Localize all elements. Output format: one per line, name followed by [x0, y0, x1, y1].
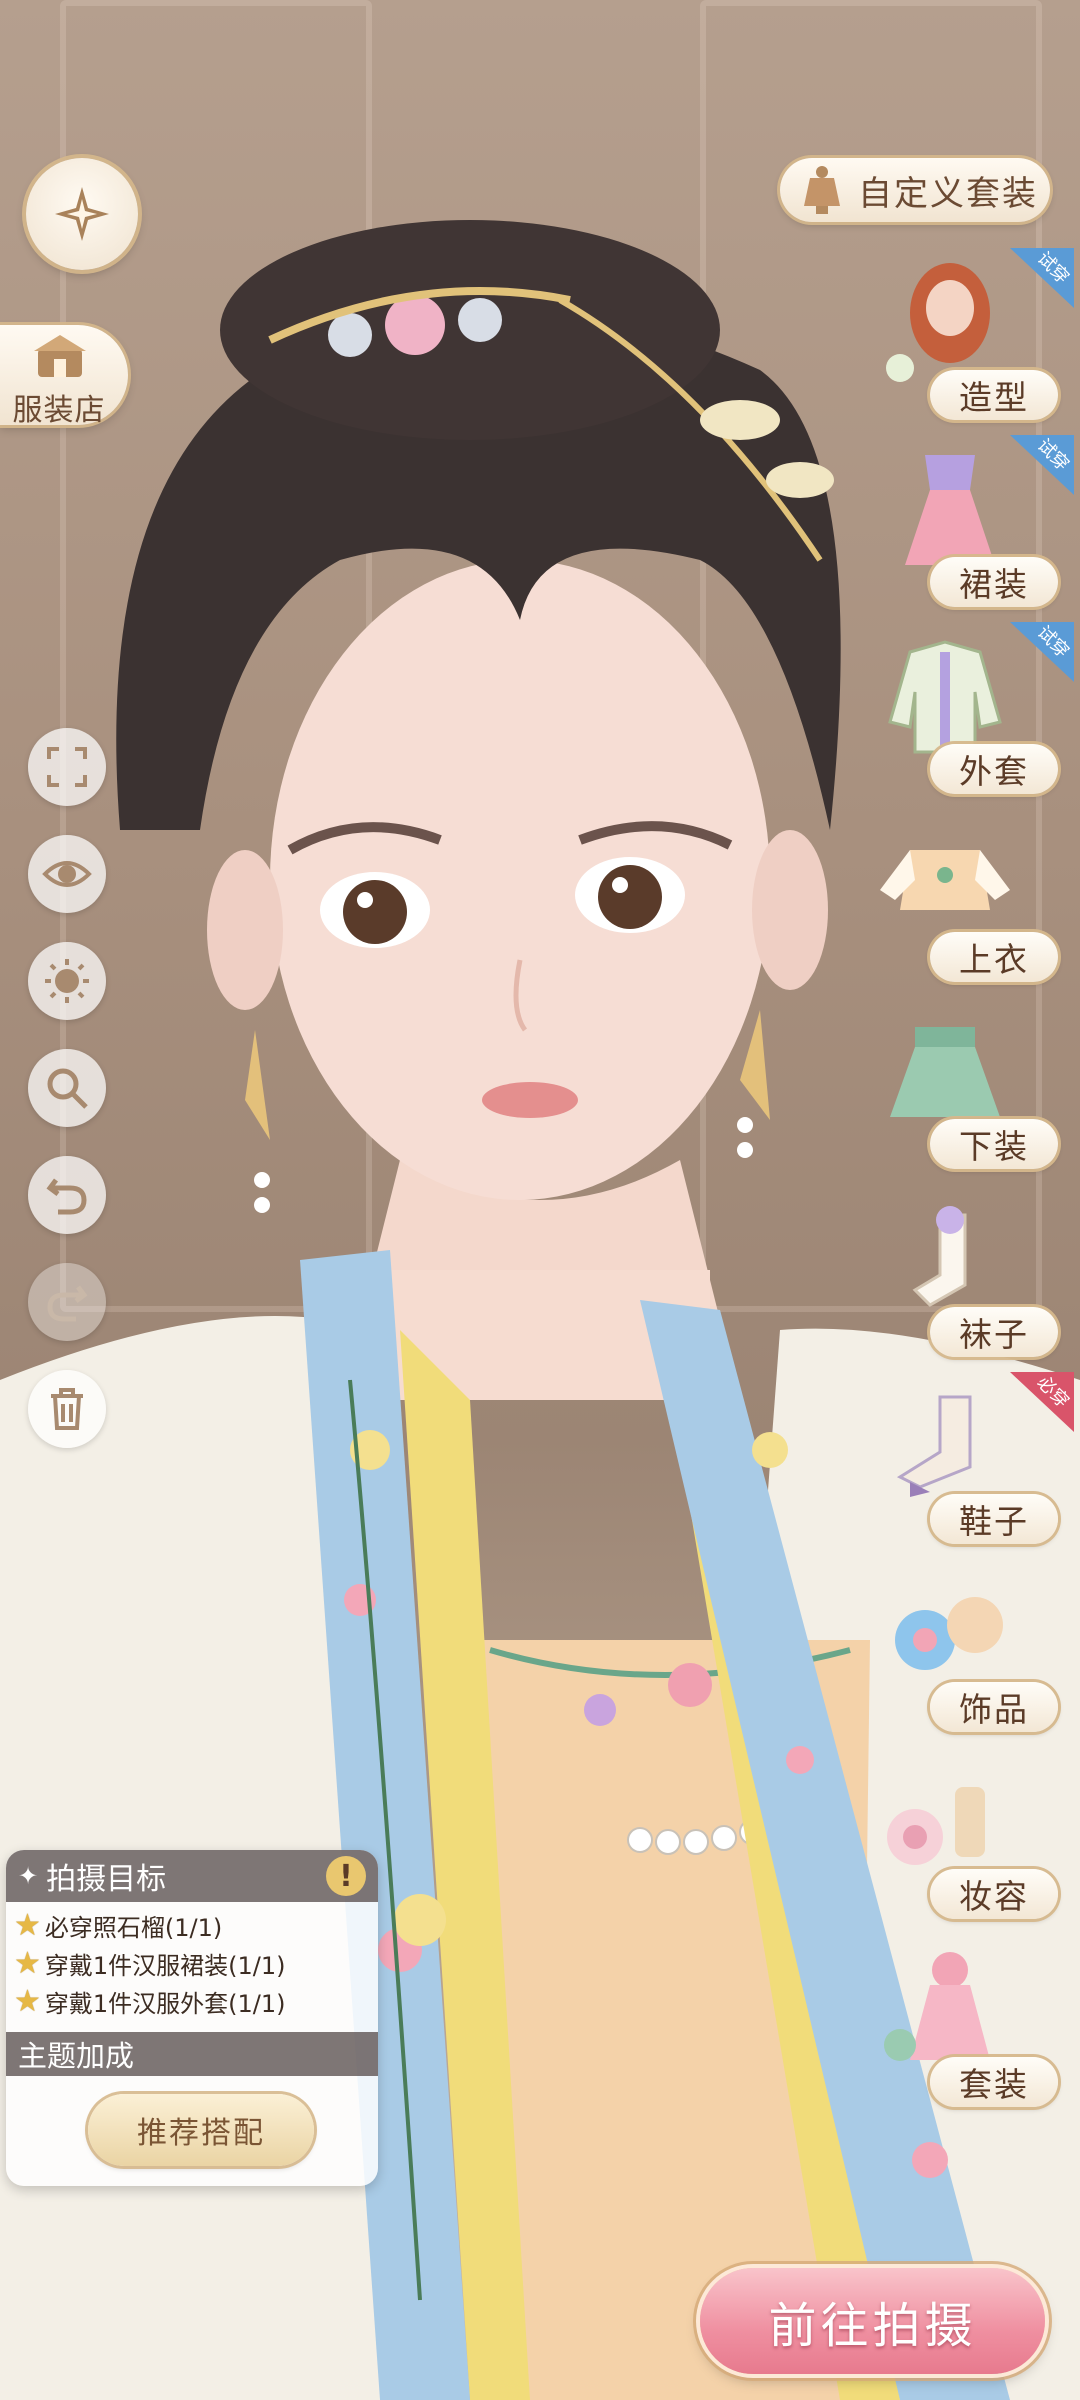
category-label: 袜子: [930, 1307, 1058, 1357]
recommend-outfit-button[interactable]: 推荐搭配: [88, 2094, 314, 2166]
task-item: ★ 必穿照石榴(1/1): [14, 1907, 223, 1943]
task-list: ★ 必穿照石榴(1/1) ★ 穿戴1件汉服裙装(1/1) ★ 穿戴1件汉服外套(1/1…: [6, 1902, 378, 2020]
hairstyle-icon: [886, 263, 990, 382]
makeup-icon: [887, 1787, 985, 1865]
go-shoot-button[interactable]: 前往拍摄: [700, 2268, 1045, 2374]
back-button[interactable]: [26, 158, 138, 270]
category-label: 上衣: [930, 932, 1058, 982]
category-coat[interactable]: 试穿 外套: [860, 622, 1074, 794]
theme-bonus-header: 主题加成: [6, 2032, 378, 2076]
category-label: 套装: [930, 2057, 1058, 2107]
undo-button[interactable]: [28, 1156, 106, 1234]
socks-icon: [912, 1206, 967, 1307]
accessory-icon: [895, 1597, 1003, 1670]
shoes-icon: [896, 1395, 972, 1497]
shop-icon: [34, 335, 86, 377]
category-label: 鞋子: [930, 1494, 1058, 1544]
top-icon: [880, 850, 1010, 910]
zoom-icon: [47, 1068, 88, 1109]
redo-button[interactable]: [28, 1263, 106, 1341]
category-dress[interactable]: 试穿 裙装: [860, 435, 1074, 607]
sparkle-icon: ✦: [18, 1862, 39, 1890]
category-label: 造型: [930, 370, 1058, 420]
coat-icon: [888, 640, 1002, 754]
shooting-target-panel: ✦ 拍摄目标 ! ★ 必穿照石榴(1/1) ★ 穿戴1件汉服裙装(1/1) ★ 穿戴1…: [6, 1850, 378, 2186]
category-label: 饰品: [930, 1682, 1058, 1732]
category-socks[interactable]: 袜子: [860, 1195, 1070, 1357]
dress-form-icon: [804, 166, 840, 214]
fullscreen-button[interactable]: [28, 728, 106, 806]
star-icon: ★: [14, 1945, 41, 1981]
shop-label: 服装店: [12, 393, 106, 428]
category-label: 妆容: [930, 1869, 1058, 1919]
category-top[interactable]: 上衣: [860, 820, 1070, 982]
task-item: ★ 穿戴1件汉服裙装(1/1): [14, 1945, 286, 1981]
dress-icon: [905, 455, 995, 565]
skirt-icon: [890, 1027, 1000, 1117]
redo-icon: [47, 1285, 88, 1322]
outfit-set-icon: [884, 1952, 990, 2061]
fullscreen-icon: [47, 747, 87, 787]
category-accessory[interactable]: 饰品: [860, 1570, 1070, 1732]
trash-icon: [51, 1388, 83, 1430]
undo-icon: [46, 1178, 87, 1215]
custom-outfit-label: 自定义套装: [858, 173, 1038, 214]
category-hairstyle[interactable]: 试穿 造型: [860, 248, 1074, 420]
eye-icon: [42, 861, 92, 887]
target-header: ✦ 拍摄目标: [6, 1850, 378, 1902]
target-title: 拍摄目标: [46, 1862, 167, 1897]
info-alert-icon[interactable]: !: [326, 1856, 366, 1896]
star-icon: ★: [14, 1983, 41, 2019]
category-makeup[interactable]: 妆容: [860, 1757, 1070, 1919]
category-label: 外套: [930, 744, 1058, 794]
clear-button[interactable]: [28, 1370, 106, 1448]
zoom-button[interactable]: [28, 1049, 106, 1127]
category-bottom[interactable]: 下装: [860, 1007, 1070, 1169]
category-outfit-set[interactable]: 套装: [860, 1945, 1070, 2107]
hide-ui-button[interactable]: [28, 835, 106, 913]
costume-shop-button[interactable]: 服装店: [0, 325, 128, 428]
lighting-icon: [45, 959, 89, 1003]
custom-outfit-button[interactable]: 自定义套装: [780, 158, 1050, 222]
star-icon: ★: [14, 1907, 41, 1943]
task-item: ★ 穿戴1件汉服外套(1/1): [14, 1983, 286, 2019]
category-shoes[interactable]: 必穿 鞋子: [860, 1372, 1074, 1544]
lighting-button[interactable]: [28, 942, 106, 1020]
category-label: 下装: [930, 1119, 1058, 1169]
category-label: 裙装: [930, 557, 1058, 607]
compass-star-icon: [55, 187, 109, 241]
